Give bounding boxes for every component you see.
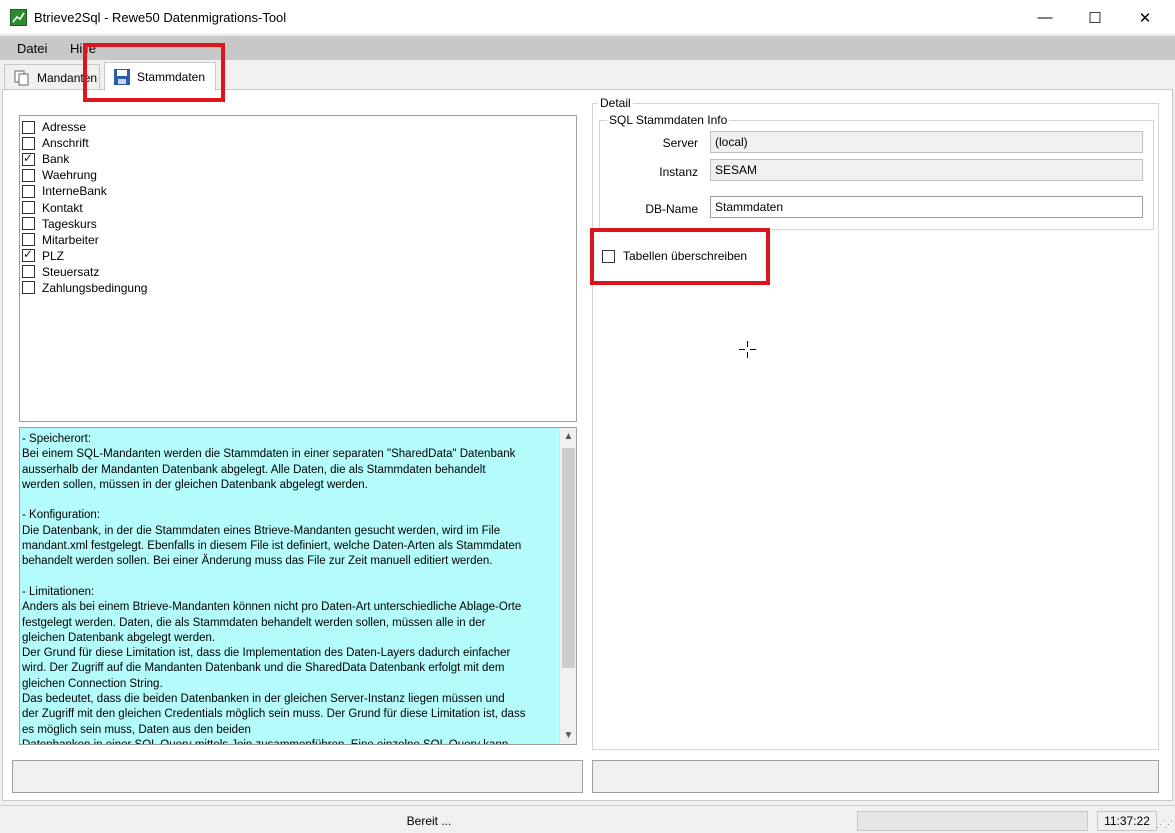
table-checkbox-label: Bank [42,152,70,167]
table-checkbox-item[interactable]: InterneBank [20,183,576,199]
window-title: Btrieve2Sql - Rewe50 Datenmigrations-Too… [34,10,287,25]
table-checkbox-item[interactable]: Bank [20,151,576,167]
table-checkbox-label: PLZ [42,248,65,263]
table-checkbox-item[interactable]: Mitarbeiter [20,232,576,248]
minimize-button[interactable]: — [1020,0,1070,35]
server-field: (local) [710,131,1143,153]
menu-datei[interactable]: Datei [17,41,47,56]
table-checkbox-label: Kontakt [42,200,83,215]
checkbox[interactable] [22,151,35,166]
sql-info-legend: SQL Stammdaten Info [607,113,730,127]
table-checkbox-label: Tageskurs [42,216,97,231]
checkbox[interactable] [22,247,35,263]
right-status-field [592,760,1159,793]
table-checkbox-label: Steuersatz [42,264,100,279]
status-time: 11:37:22 [1097,811,1157,831]
instance-field: SESAM [710,159,1143,181]
table-checkbox-item[interactable]: Tageskurs [20,216,576,232]
checkbox[interactable] [22,265,35,279]
checkbox[interactable] [22,168,35,182]
checkbox[interactable] [22,217,35,231]
table-checkbox-item[interactable]: Zahlungsbedingung [20,280,576,296]
checkbox[interactable] [22,281,35,295]
server-label: Server [662,136,698,150]
scroll-down-icon[interactable]: ▼ [560,727,576,744]
detail-legend: Detail [598,96,633,110]
status-text: Bereit ... [406,814,452,828]
scroll-up-icon[interactable]: ▲ [560,428,576,445]
close-button[interactable]: ✕ [1120,0,1170,35]
table-checkbox-label: Zahlungsbedingung [42,280,148,295]
checkbox-highlight-box [590,228,770,285]
info-text: - Speicherort: Bei einem SQL-Mandanten w… [22,433,526,745]
table-checkbox-item[interactable]: PLZ [20,247,576,264]
chart-icon [10,9,27,26]
checkbox[interactable] [22,120,35,134]
resize-grip-icon[interactable]: ⋰⋰ [1156,819,1173,830]
table-checkbox-item[interactable]: Kontakt [20,199,576,215]
checkbox[interactable] [22,233,35,247]
table-checkbox-label: Mitarbeiter [42,232,99,247]
progress-bar [857,811,1088,831]
instance-label: Instanz [659,165,698,179]
tables-checklist[interactable]: AdresseAnschriftBankWaehrungInterneBankK… [19,115,577,422]
dbname-label: DB-Name [645,202,698,216]
checkbox[interactable] [22,184,35,198]
table-checkbox-label: Adresse [42,120,87,135]
scroll-thumb[interactable] [562,448,575,668]
info-textbox[interactable]: - Speicherort: Bei einem SQL-Mandanten w… [19,427,577,745]
crosshair-cursor-icon [739,341,756,358]
table-checkbox-item[interactable]: Adresse [20,119,576,135]
table-checkbox-item[interactable]: Waehrung [20,167,576,183]
maximize-button[interactable]: ☐ [1070,0,1120,35]
table-checkbox-label: Anschrift [42,136,89,151]
checkbox[interactable] [22,201,35,215]
tab-highlight-box [83,43,225,102]
table-checkbox-item[interactable]: Anschrift [20,135,576,151]
table-checkbox-label: InterneBank [42,184,107,199]
table-checkbox-label: Waehrung [42,168,97,183]
left-status-field [12,760,583,793]
checkbox[interactable] [22,136,35,150]
table-checkbox-item[interactable]: Steuersatz [20,264,576,280]
title-bar: Btrieve2Sql - Rewe50 Datenmigrations-Too… [0,0,1175,35]
copy-icon [13,70,31,86]
dbname-field[interactable]: Stammdaten [710,196,1143,218]
status-bar: Bereit ... 11:37:22 ⋰⋰ [0,805,1175,833]
vertical-scrollbar[interactable]: ▲ ▼ [559,428,576,744]
